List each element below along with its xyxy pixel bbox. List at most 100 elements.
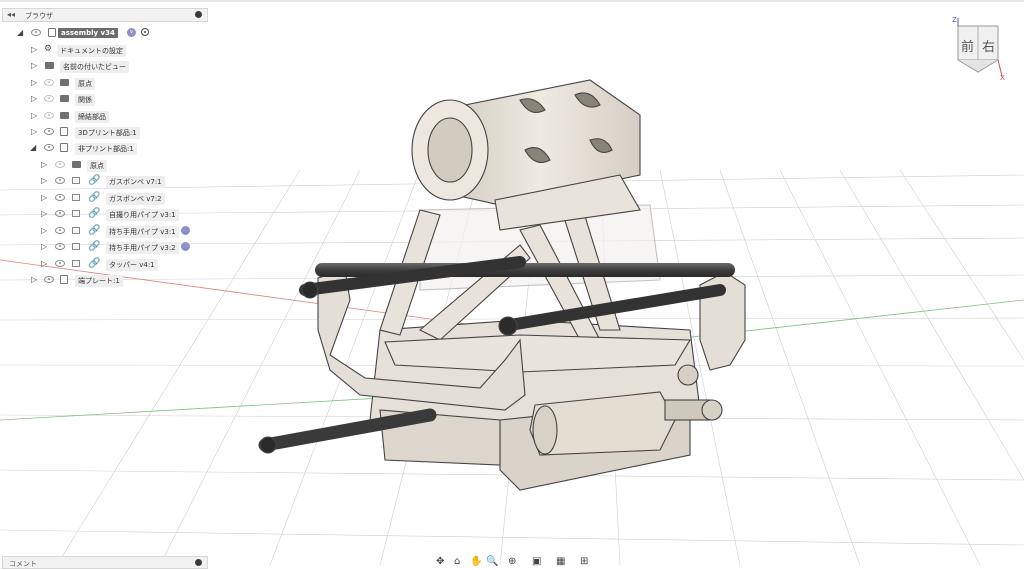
tree-item-handle-pipe-1[interactable]: ▷ 🔗 持ち手用パイプ v3:1 — [0, 224, 210, 238]
expand-triangle-icon[interactable]: ▷ — [41, 226, 47, 235]
panel-pin-icon[interactable] — [195, 11, 202, 18]
component-icon — [60, 143, 68, 152]
expand-triangle-icon[interactable]: ▷ — [41, 259, 47, 268]
visibility-eye-icon[interactable] — [55, 210, 65, 217]
comments-label: コメント — [9, 560, 37, 568]
tree-item-fasteners[interactable]: ▷ 締結部品 — [0, 109, 210, 123]
tree-item-label: 関係 — [75, 94, 95, 106]
body-icon — [72, 260, 80, 267]
viewports-icon[interactable]: ⊞ — [580, 556, 588, 567]
folder-icon — [45, 62, 54, 69]
visibility-eye-icon[interactable] — [55, 177, 65, 184]
gear-icon: ⚙ — [44, 44, 53, 54]
visibility-eye-icon[interactable] — [55, 243, 65, 250]
tree-item-tupperware[interactable]: ▷ 🔗 タッパー v4:1 — [0, 257, 210, 271]
tree-item-handle-pipe-2[interactable]: ▷ 🔗 持ち手用パイプ v3:2 — [0, 240, 210, 254]
expand-triangle-icon[interactable]: ▷ — [41, 242, 47, 251]
expand-triangle-icon[interactable]: ▷ — [41, 160, 47, 169]
tree-item-named-views[interactable]: ▷ 名前の付いたビュー — [0, 59, 210, 73]
expand-triangle-icon[interactable]: ▷ — [41, 176, 47, 185]
expand-triangle-icon[interactable]: ◢ — [17, 28, 23, 37]
viewcube-right-face[interactable]: 右 — [982, 36, 995, 55]
body-icon — [72, 194, 80, 201]
component-icon — [60, 127, 68, 136]
expand-triangle-icon[interactable]: ▷ — [31, 78, 37, 87]
link-badge-icon — [181, 226, 190, 235]
body-icon — [72, 177, 80, 184]
folder-icon — [60, 95, 69, 102]
folder-icon — [72, 161, 81, 168]
tree-item-label: 持ち手用パイプ v3:1 — [106, 226, 179, 238]
viewcube-z-label: Z — [952, 16, 957, 24]
tree-item-label: タッパー v4:1 — [106, 259, 158, 271]
tree-item-root[interactable]: ◢ assembly v34 v — [0, 26, 210, 40]
tree-item-label: ドキュメントの設定 — [57, 45, 126, 57]
expand-triangle-icon[interactable]: ▷ — [31, 275, 37, 284]
expand-triangle-icon[interactable]: ▷ — [41, 193, 47, 202]
fit-icon[interactable]: ⊕ — [508, 556, 516, 567]
comments-panel[interactable]: コメント — [2, 556, 208, 569]
browser-header: ◂◂ ブラウザ — [2, 8, 208, 22]
expand-triangle-icon[interactable]: ▷ — [31, 94, 37, 103]
link-icon: 🔗 — [88, 175, 101, 186]
tree-item-gas-cylinder-2[interactable]: ▷ 🔗 ガスボンベ v7:2 — [0, 191, 210, 205]
tree-item-label: ガスボンベ v7:2 — [106, 193, 165, 205]
collapse-triangle-icon[interactable]: ◢ — [30, 143, 36, 152]
expand-triangle-icon[interactable]: ▷ — [31, 45, 37, 54]
grid-icon[interactable]: ▦ — [556, 556, 565, 567]
body-icon — [72, 227, 80, 234]
visibility-eye-icon[interactable] — [55, 260, 65, 267]
look-at-icon[interactable]: ⌂ — [454, 556, 460, 567]
tree-item-3d-print-parts[interactable]: ▷ 3Dプリント部品:1 — [0, 125, 210, 139]
expand-triangle-icon[interactable]: ▷ — [31, 61, 37, 70]
activate-target-icon[interactable] — [141, 28, 149, 36]
assembly-model[interactable] — [258, 79, 746, 491]
browser-panel: ◂◂ ブラウザ ◢ assembly v34 v ▷ ⚙ ドキュメントの設定 ▷… — [0, 6, 210, 296]
browser-title: ブラウザ — [25, 12, 53, 20]
component-icon — [60, 275, 68, 284]
visibility-eye-icon[interactable] — [55, 161, 65, 168]
tree-item-document-settings[interactable]: ▷ ⚙ ドキュメントの設定 — [0, 43, 210, 57]
component-icon — [48, 28, 56, 37]
link-icon: 🔗 — [88, 225, 101, 236]
tree-item-label: ガスボンベ v7:1 — [106, 176, 165, 188]
tree-item-gas-cylinder-1[interactable]: ▷ 🔗 ガスボンベ v7:1 — [0, 174, 210, 188]
visibility-eye-icon[interactable] — [55, 194, 65, 201]
display-mode-icon[interactable]: ▣ — [532, 556, 541, 567]
orbit-icon[interactable]: ✥ — [436, 556, 444, 567]
navigation-toolbar: ✥ ⌂ ✋ 🔍 ⊕ ▣ ▦ ⊞ — [436, 556, 606, 570]
expand-triangle-icon[interactable]: ▷ — [31, 127, 37, 136]
tree-item-selfie-pipe[interactable]: ▷ 🔗 自撮り用パイプ v3:1 — [0, 207, 210, 221]
zoom-icon[interactable]: 🔍 — [486, 556, 498, 567]
link-icon: 🔗 — [88, 192, 101, 203]
visibility-eye-icon[interactable] — [31, 29, 41, 36]
tree-item-label: assembly v34 — [58, 28, 118, 38]
visibility-eye-icon[interactable] — [44, 79, 54, 86]
viewcube[interactable]: Z 前 右 X — [952, 16, 1005, 90]
tree-item-label: 自撮り用パイプ v3:1 — [106, 209, 179, 221]
expand-triangle-icon[interactable]: ▷ — [41, 209, 47, 218]
tree-item-origin[interactable]: ▷ 原点 — [0, 76, 210, 90]
visibility-eye-icon[interactable] — [44, 144, 54, 151]
pan-icon[interactable]: ✋ — [470, 556, 482, 567]
visibility-eye-icon[interactable] — [55, 227, 65, 234]
viewcube-x-label: X — [1000, 74, 1005, 82]
tree-item-end-plate[interactable]: ▷ 端プレート:1 — [0, 273, 210, 287]
tree-item-non-print-parts[interactable]: ◢ 非プリント部品:1 — [0, 141, 210, 155]
tree-item-label: 名前の付いたビュー — [60, 61, 129, 73]
tree-item-label: 締結部品 — [75, 111, 109, 123]
visibility-eye-icon[interactable] — [44, 276, 54, 283]
visibility-eye-icon[interactable] — [44, 112, 54, 119]
link-icon: 🔗 — [88, 241, 101, 252]
tree-item-origin-sub[interactable]: ▷ 原点 — [0, 158, 210, 172]
expand-triangle-icon[interactable]: ▷ — [31, 111, 37, 120]
viewcube-front-face[interactable]: 前 — [961, 36, 974, 55]
visibility-eye-icon[interactable] — [44, 95, 54, 102]
tree-item-label: 原点 — [87, 160, 107, 172]
double-chevron-left-icon[interactable]: ◂◂ — [7, 10, 15, 19]
add-comment-icon[interactable] — [195, 559, 202, 566]
visibility-eye-icon[interactable] — [44, 128, 54, 135]
folder-icon — [60, 79, 69, 86]
tree-item-label: 非プリント部品:1 — [75, 143, 137, 155]
tree-item-relations[interactable]: ▷ 関係 — [0, 92, 210, 106]
